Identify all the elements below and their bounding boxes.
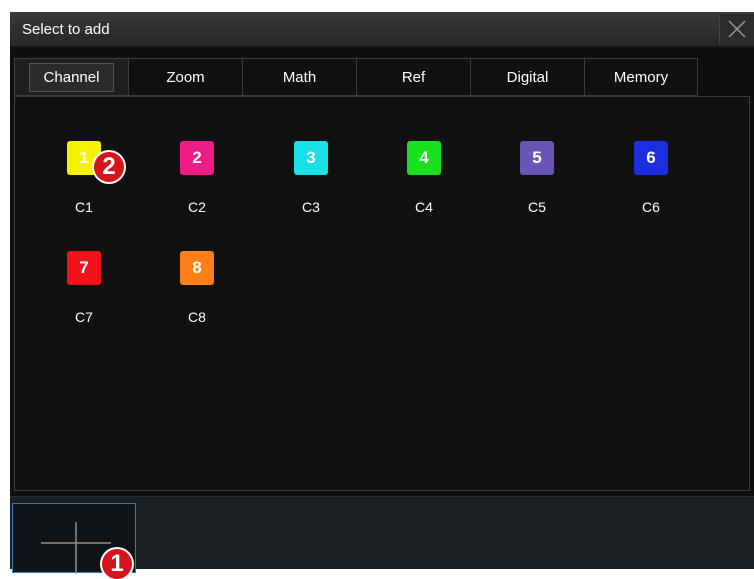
tab-ref[interactable]: Ref <box>356 58 470 96</box>
tab-math[interactable]: Math <box>242 58 356 96</box>
channel-item-c4[interactable]: 4 C4 <box>393 141 453 231</box>
close-button[interactable] <box>719 14 754 44</box>
channel-label: C4 <box>415 199 433 215</box>
channel-item-c2[interactable]: 2 C2 <box>166 141 226 231</box>
channel-item-c7[interactable]: 7 C7 <box>53 251 113 341</box>
tab-ref-label: Ref <box>401 68 426 86</box>
channel-item-c3[interactable]: 3 C3 <box>280 141 340 231</box>
channel-label: C1 <box>75 199 93 215</box>
tab-zoom[interactable]: Zoom <box>128 58 242 96</box>
select-to-add-dialog: Select to add Channel Zoom Math Ref Digi… <box>10 12 754 579</box>
channel-badge: 8 <box>180 251 214 285</box>
tab-digital-label: Digital <box>506 68 549 86</box>
tab-bar: Channel Zoom Math Ref Digital Memory <box>14 58 698 96</box>
tab-memory-label: Memory <box>613 68 669 86</box>
channel-label: C2 <box>188 199 206 215</box>
callout-marker-1: 1 <box>102 549 132 579</box>
channel-label: C3 <box>302 199 320 215</box>
bottom-bar: 1 <box>10 496 754 579</box>
channel-label: C6 <box>642 199 660 215</box>
channel-label: C8 <box>188 309 206 325</box>
channel-badge: 2 <box>180 141 214 175</box>
dialog-title: Select to add <box>22 21 110 38</box>
tab-math-label: Math <box>282 68 317 86</box>
channel-badge: 4 <box>407 141 441 175</box>
channel-grid: 1 C1 2 C2 3 C3 4 C4 5 C5 6 C6 7 C7 8 C8 <box>14 96 750 491</box>
channel-item-c6[interactable]: 6 C6 <box>620 141 680 231</box>
channel-badge: 5 <box>520 141 554 175</box>
close-icon <box>728 20 746 38</box>
dialog-titlebar: Select to add <box>10 12 754 47</box>
tab-digital[interactable]: Digital <box>470 58 584 96</box>
channel-badge: 7 <box>67 251 101 285</box>
tab-channel-label: Channel <box>28 62 115 92</box>
channel-badge: 3 <box>294 141 328 175</box>
tab-channel[interactable]: Channel <box>14 58 128 96</box>
tab-zoom-label: Zoom <box>166 68 205 86</box>
channel-label: C7 <box>75 309 93 325</box>
channel-item-c8[interactable]: 8 C8 <box>166 251 226 341</box>
channel-badge: 6 <box>634 141 668 175</box>
tab-memory[interactable]: Memory <box>584 58 698 96</box>
channel-label: C5 <box>528 199 546 215</box>
callout-marker-2: 2 <box>94 152 124 182</box>
channel-item-c5[interactable]: 5 C5 <box>506 141 566 231</box>
